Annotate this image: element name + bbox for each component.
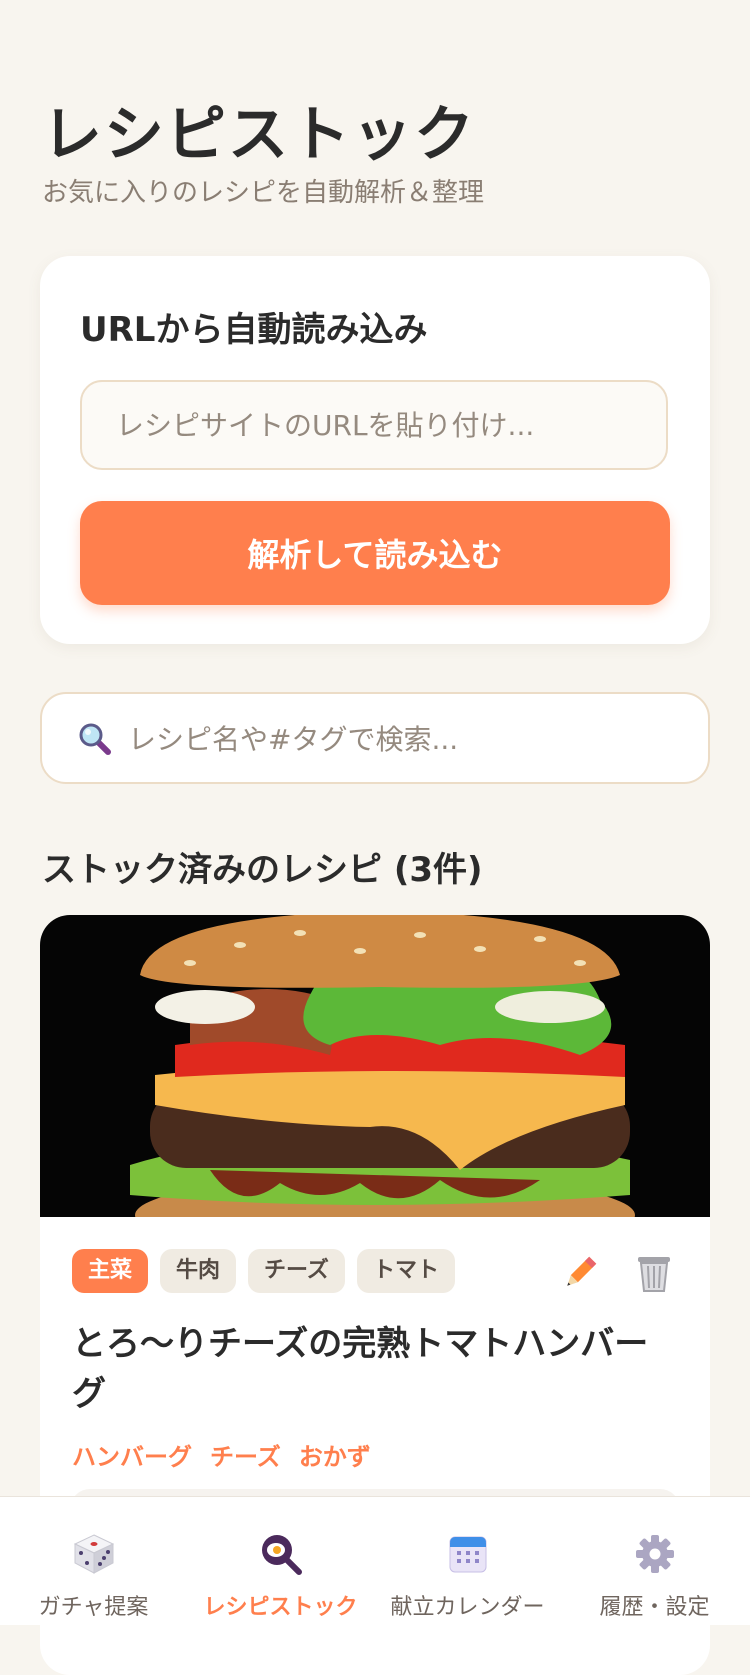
- hashtag-link[interactable]: おかず: [299, 1437, 371, 1472]
- recipe-tags: 主菜 牛肉 チーズ トマト: [72, 1249, 455, 1293]
- dice-icon: [73, 1534, 115, 1574]
- hashtag-link[interactable]: ハンバーグ: [72, 1437, 192, 1472]
- nav-item-gacha[interactable]: ガチャ提案: [0, 1497, 187, 1625]
- gear-icon: [636, 1535, 674, 1573]
- nav-label: 献立カレンダー: [390, 1595, 545, 1620]
- section-title: ストック済みのレシピ (3件): [42, 850, 483, 890]
- url-import-title: URLから自動読み込み: [80, 310, 428, 350]
- url-input[interactable]: [80, 380, 668, 470]
- page-title: レシピストック: [42, 100, 476, 170]
- bottom-nav: ガチャ提案 レシピストック 献立カレンダー 履歴・設定: [0, 1496, 750, 1625]
- search-icon: [79, 723, 111, 755]
- nav-label: 履歴・設定: [599, 1595, 710, 1620]
- recipe-image: [40, 915, 710, 1217]
- nav-item-recipe-stock[interactable]: レシピストック: [187, 1497, 374, 1625]
- tag-chip[interactable]: トマト: [356, 1249, 455, 1293]
- calendar-icon: [449, 1536, 487, 1573]
- tag-chip[interactable]: チーズ: [248, 1249, 345, 1293]
- analyze-button[interactable]: 解析して読み込む: [80, 501, 670, 605]
- tag-chip[interactable]: 主菜: [72, 1249, 149, 1293]
- nav-item-settings[interactable]: 履歴・設定: [561, 1497, 748, 1625]
- search-box[interactable]: [40, 692, 710, 784]
- nav-item-calendar[interactable]: 献立カレンダー: [374, 1497, 561, 1625]
- recipe-title: とろ〜りチーズの完熟トマトハンバーグ: [72, 1324, 649, 1414]
- frying-pan-icon: [262, 1535, 302, 1575]
- nav-label: ガチャ提案: [38, 1595, 149, 1620]
- pencil-icon[interactable]: [558, 1251, 602, 1295]
- search-input[interactable]: [126, 704, 690, 774]
- page-subtitle: お気に入りのレシピを自動解析＆整理: [42, 178, 485, 208]
- trash-icon[interactable]: [632, 1251, 676, 1295]
- url-import-card: URLから自動読み込み 解析して読み込む: [40, 256, 710, 644]
- recipe-hashtags: ハンバーグ チーズ おかず: [72, 1437, 371, 1472]
- nav-label: レシピストック: [203, 1595, 358, 1620]
- tag-chip[interactable]: 牛肉: [160, 1249, 237, 1293]
- hashtag-link[interactable]: チーズ: [210, 1437, 281, 1472]
